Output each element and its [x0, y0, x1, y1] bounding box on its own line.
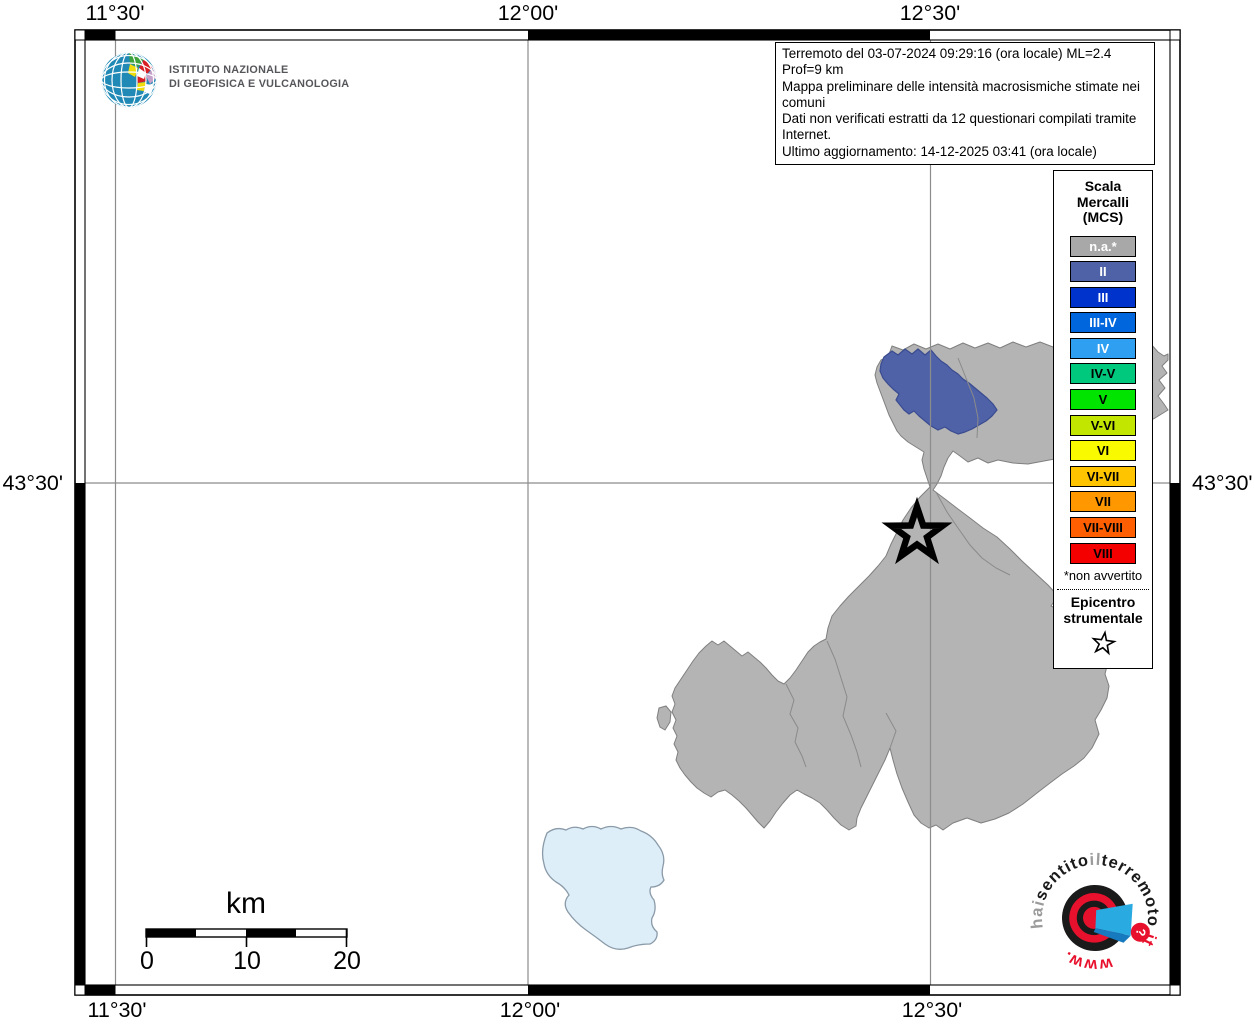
legend-swatch-VI-VII: VI-VII	[1070, 465, 1136, 487]
legend-footnote: *non avvertito	[1063, 568, 1143, 584]
coord-left: 43°30'	[2, 471, 63, 495]
legend-swatch-VII: VII	[1070, 491, 1136, 513]
legend-epicenter-line1: Epicentro	[1070, 594, 1136, 611]
scale-tick-0: 0	[140, 947, 154, 975]
legend-swatch-III: III	[1070, 286, 1136, 308]
legend-swatch-V-VI: V-VI	[1070, 414, 1136, 436]
coord-right: 43°30'	[1192, 471, 1253, 495]
legend-swatch-VIII: VIII	[1070, 542, 1136, 564]
scale-tick-10: 10	[233, 947, 261, 975]
legend-swatch-VII-VIII: VII-VIII	[1070, 517, 1136, 539]
legend-title-line1: Scala	[1084, 178, 1122, 194]
ingv-name-line1: ISTITUTO NAZIONALE	[169, 64, 289, 76]
epicenter-legend-star-icon	[1090, 630, 1117, 656]
legend-title-line2: Mercalli	[1076, 193, 1130, 210]
legend-swatch-IV: IV	[1070, 337, 1136, 359]
legend-swatch-n.a.*: n.a.*	[1070, 235, 1136, 257]
legend-swatch-VI: VI	[1070, 440, 1136, 462]
legend-swatch-III-IV: III-IV	[1070, 312, 1136, 334]
haisentito-logo: ? haisentitoilterremoto.it ? www.	[1025, 848, 1172, 978]
seismic-intensity-map-page: km 0 10 20 11°30' 12°00' 12°30' 11°30' 1…	[0, 0, 1255, 1024]
info-line-update: Ultimo aggiornamento: 14-12-2025 03:41 (…	[782, 143, 1097, 159]
legend-title-line3: (MCS)	[1082, 209, 1124, 225]
scale-tick-20: 20	[333, 947, 361, 975]
coord-top-right: 12°30'	[900, 1, 961, 25]
legend-swatch-V: V	[1070, 389, 1136, 411]
legend-epicenter-line2: strumentale	[1063, 610, 1143, 627]
earthquake-info-box: Terremoto del 03-07-2024 09:29:16 (ora l…	[775, 42, 1155, 166]
ingv-globe-icon	[101, 52, 157, 108]
logo-www-text: www.	[1059, 946, 1118, 978]
legend-items: n.a.* II III III-IV IV IV-V V V-VI VI VI-VII VII VI…	[1054, 235, 1152, 564]
svg-text:www.: www.	[1059, 946, 1118, 978]
coord-top-left: 11°30'	[86, 1, 145, 25]
legend-swatch-II: II	[1070, 261, 1136, 283]
scale-bar-title: km	[226, 887, 266, 920]
coord-bottom-mid: 12°00'	[500, 998, 561, 1022]
info-line-event: Terremoto del 03-07-2024 09:29:16 (ora l…	[782, 46, 1112, 78]
ingv-name-line2: DI GEOFISICA E VULCANOLOGIA	[169, 77, 350, 90]
info-line-data: Dati non verificati estratti da 12 quest…	[782, 111, 1137, 143]
coord-bottom-left: 11°30'	[88, 998, 147, 1022]
coord-top-mid: 12°00'	[498, 1, 559, 25]
info-line-map: Mappa preliminare delle intensità macros…	[782, 78, 1140, 110]
ingv-logo: ISTITUTO NAZIONALE DI GEOFISICA E VULCAN…	[100, 51, 349, 109]
coord-bottom-right: 12°30'	[902, 998, 963, 1022]
mercalli-legend: Scala Mercalli (MCS) n.a.* II III III-IV IV I…	[1053, 170, 1153, 670]
legend-divider	[1057, 589, 1149, 591]
legend-swatch-IV-V: IV-V	[1070, 363, 1136, 385]
